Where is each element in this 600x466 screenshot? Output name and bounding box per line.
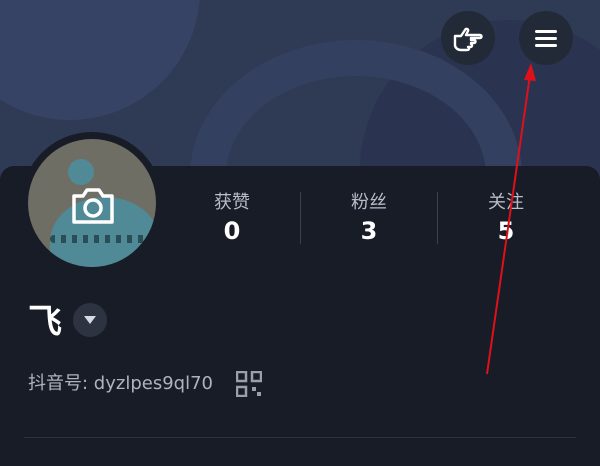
banner-decoration [0,0,200,120]
douyin-id-label: 抖音号: [28,373,94,394]
account-switch-dropdown[interactable] [73,303,107,337]
stat-divider [300,192,301,244]
stat-label: 粉丝 [351,192,387,213]
stat-value: 0 [223,217,241,245]
douyin-id: 抖音号: dyzlpes9ql70 [28,371,213,397]
stat-value: 3 [360,217,378,245]
avatar-creature-dots [50,235,156,243]
stat-fans[interactable]: 粉丝 3 [309,190,429,246]
stat-value: 5 [497,217,515,245]
qr-code-icon[interactable] [236,371,262,397]
menu-button[interactable] [519,11,573,65]
pointing-hand-icon [453,27,483,52]
stat-label: 关注 [488,192,524,213]
caret-down-icon [84,316,96,324]
username: 飞 [28,302,62,342]
avatar-image [28,139,156,267]
camera-icon[interactable] [70,184,116,226]
hand-button[interactable] [441,11,495,65]
stat-following[interactable]: 关注 5 [446,190,566,246]
stat-label: 获赞 [214,192,250,213]
hamburger-menu-icon [535,26,557,51]
section-divider [24,437,576,438]
avatar[interactable] [21,132,163,274]
douyin-id-value: dyzlpes9ql70 [93,373,213,394]
stat-likes[interactable]: 获赞 0 [172,190,292,246]
stat-divider [437,192,438,244]
avatar-creature-eye [68,159,94,185]
